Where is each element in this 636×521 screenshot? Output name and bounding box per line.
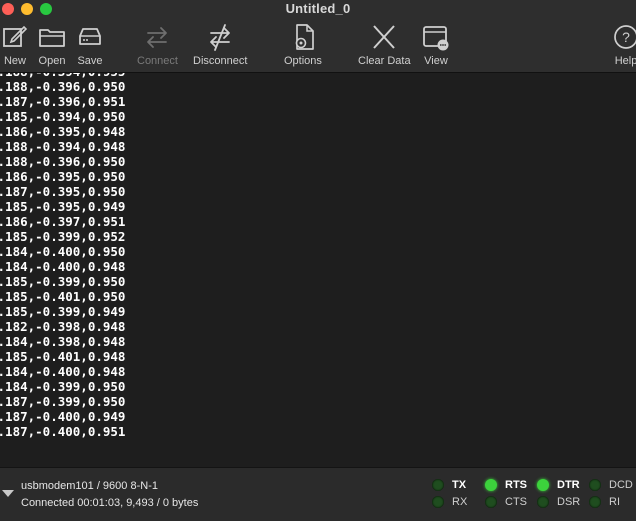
terminal-line: 0.184,-0.400,0.950 xyxy=(0,244,126,259)
title-toolbar: Untitled_0 New Open Save Connect Disconn… xyxy=(0,0,636,73)
view-button[interactable]: View xyxy=(421,22,451,67)
terminal-line: 0.188,-0.396,0.950 xyxy=(0,79,126,94)
ri-indicator: RI xyxy=(589,496,620,508)
tx-led xyxy=(432,479,444,491)
terminal-line: 0.186,-0.395,0.948 xyxy=(0,124,126,139)
new-button[interactable]: New xyxy=(0,22,30,67)
terminal-line: 0.187,-0.395,0.950 xyxy=(0,184,126,199)
rts-indicator: RTS xyxy=(485,479,527,491)
rx-indicator: RX xyxy=(432,496,467,508)
save-button[interactable]: Save xyxy=(75,22,105,67)
terminal-line: 0.184,-0.400,0.948 xyxy=(0,364,126,379)
new-label: New xyxy=(3,55,26,67)
disconnect-label: Disconnect xyxy=(193,55,248,67)
window-view-icon xyxy=(423,26,449,51)
dsr-led xyxy=(537,496,549,508)
new-document-icon xyxy=(3,25,28,47)
terminal-output[interactable]: 0.188,-0.394,0.9550.188,-0.396,0.9500.18… xyxy=(0,73,636,467)
terminal-line: 0.187,-0.400,0.951 xyxy=(0,424,126,439)
connection-status: Connected 00:01:03, 9,493 / 0 bytes xyxy=(21,497,199,509)
window-title: Untitled_0 xyxy=(285,1,351,16)
status-bar: usbmodem101 / 9600 8-N-1 Connected 00:01… xyxy=(0,467,636,521)
terminal-line: 0.182,-0.398,0.948 xyxy=(0,319,126,334)
dsr-label: DSR xyxy=(557,496,581,508)
open-label: Open xyxy=(38,55,66,67)
dtr-led xyxy=(537,479,549,491)
terminal-line: 0.187,-0.399,0.950 xyxy=(0,394,126,409)
open-button[interactable]: Open xyxy=(37,22,67,67)
help-label: Help xyxy=(614,55,636,67)
rts-label: RTS xyxy=(505,479,527,491)
terminal-line: 0.188,-0.394,0.948 xyxy=(0,139,126,154)
terminal-line: 0.184,-0.398,0.948 xyxy=(0,334,126,349)
dtr-indicator: DTR xyxy=(537,479,580,491)
terminal-line: 0.185,-0.401,0.950 xyxy=(0,289,126,304)
port-settings: usbmodem101 / 9600 8-N-1 xyxy=(21,480,158,492)
terminal-line: 0.184,-0.400,0.948 xyxy=(0,259,126,274)
clear-data-label: Clear Data xyxy=(358,55,411,67)
connect-button[interactable]: Connect xyxy=(137,22,178,67)
terminal-line: 0.185,-0.395,0.949 xyxy=(0,199,126,214)
clear-x-icon xyxy=(373,25,396,49)
terminal-lines: 0.188,-0.394,0.9550.188,-0.396,0.9500.18… xyxy=(0,73,125,439)
terminal-line: 0.186,-0.395,0.950 xyxy=(0,169,126,184)
ri-led xyxy=(589,496,601,508)
terminal-line: 0.184,-0.399,0.950 xyxy=(0,379,126,394)
save-label: Save xyxy=(77,55,103,67)
terminal-line: 0.185,-0.401,0.948 xyxy=(0,349,126,364)
folder-icon xyxy=(39,29,65,47)
terminal-line: 0.185,-0.399,0.950 xyxy=(0,274,126,289)
options-label: Options xyxy=(284,55,322,67)
dcd-label: DCD xyxy=(609,479,633,491)
terminal-line: 0.187,-0.400,0.949 xyxy=(0,409,126,424)
disconnect-arrows-icon xyxy=(210,24,231,51)
help-question-icon: ? xyxy=(614,25,636,49)
options-button[interactable]: Options xyxy=(284,22,322,67)
tx-indicator: TX xyxy=(432,479,466,491)
terminal-line: 0.186,-0.397,0.951 xyxy=(0,214,126,229)
cts-led xyxy=(485,496,497,508)
help-button[interactable]: ? Help xyxy=(611,22,636,67)
clear-data-button[interactable]: Clear Data xyxy=(358,22,411,67)
dcd-indicator: DCD xyxy=(589,479,633,491)
terminal-line: 0.185,-0.399,0.952 xyxy=(0,229,126,244)
rx-led xyxy=(432,496,444,508)
cts-indicator: CTS xyxy=(485,496,527,508)
terminal-line: 0.185,-0.399,0.949 xyxy=(0,304,126,319)
view-label: View xyxy=(424,55,448,67)
rx-label: RX xyxy=(452,496,468,508)
rts-led xyxy=(485,479,497,491)
drive-icon xyxy=(79,28,101,45)
dsr-indicator: DSR xyxy=(537,496,580,508)
terminal-line: 0.187,-0.396,0.951 xyxy=(0,94,126,109)
connect-label: Connect xyxy=(137,55,178,67)
tx-label: TX xyxy=(452,479,467,491)
cts-label: CTS xyxy=(505,496,527,508)
disconnect-button[interactable]: Disconnect xyxy=(193,22,247,67)
dtr-label: DTR xyxy=(557,479,580,491)
document-gear-icon xyxy=(295,24,314,50)
terminal-line: 0.188,-0.396,0.950 xyxy=(0,154,126,169)
dcd-led xyxy=(589,479,601,491)
terminal-line: 0.185,-0.394,0.950 xyxy=(0,109,126,124)
connect-arrows-icon xyxy=(147,27,168,48)
disclosure-triangle-icon[interactable] xyxy=(2,490,14,497)
ri-label: RI xyxy=(609,496,620,508)
svg-text:?: ? xyxy=(622,29,630,45)
